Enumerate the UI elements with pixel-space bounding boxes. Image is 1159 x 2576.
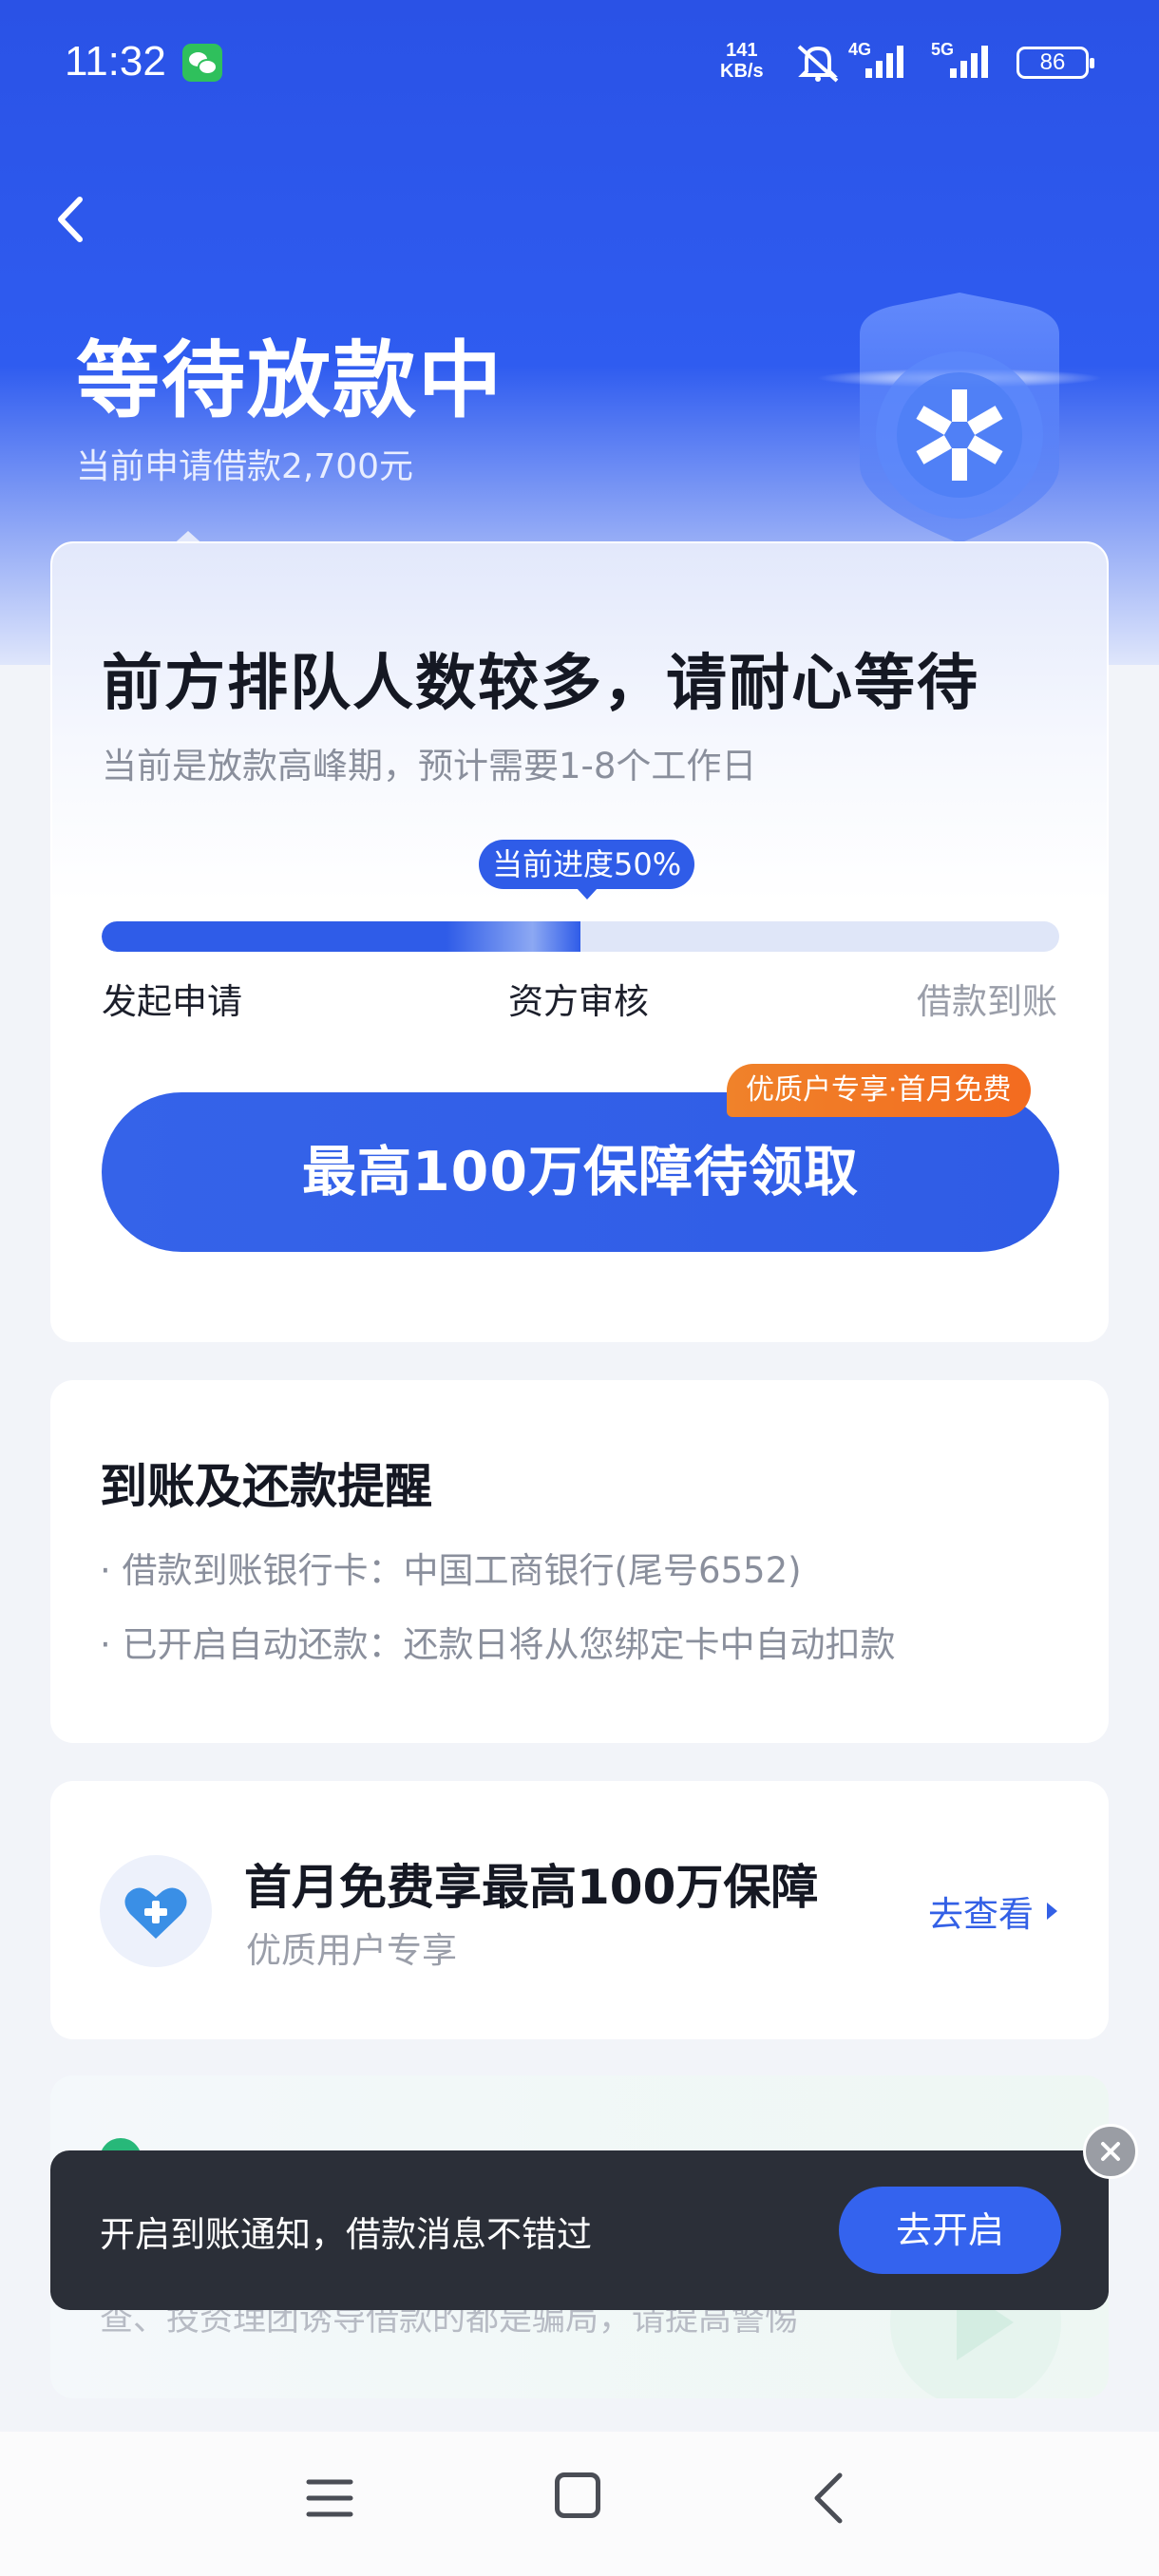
network-speed-value: 141	[726, 40, 758, 61]
view-guarantee-label: 去查看	[928, 1894, 1034, 1935]
reminder-bank-card: · 借款到账银行卡：中国工商银行(尾号6552)	[100, 1550, 802, 1591]
step-disbursed: 借款到账	[917, 981, 1057, 1022]
shield-logo-illustration	[817, 293, 1102, 543]
toast-message: 开启到账通知，借款消息不错过	[100, 2214, 592, 2255]
system-nav-bar	[0, 2432, 1159, 2576]
view-guarantee-link[interactable]: 去查看	[928, 1885, 1057, 1937]
promo-badge: 优质户专享·首月免费	[727, 1064, 1031, 1117]
wechat-icon	[182, 44, 222, 82]
guarantee-card[interactable]: 首月免费享最高100万保障 优质用户专享 去查看	[50, 1781, 1109, 2039]
guarantee-title: 首月免费享最高100万保障	[244, 1860, 819, 1915]
battery-icon: 86	[1016, 47, 1094, 79]
reminder-auto-repay: · 已开启自动还款：还款日将从您绑定卡中自动扣款	[100, 1624, 896, 1665]
progress-bar-fill	[102, 921, 580, 952]
notification-toast: 开启到账通知，借款消息不错过 去开启	[50, 2150, 1109, 2310]
close-icon[interactable]	[1083, 2124, 1138, 2179]
progress-bar	[102, 921, 1059, 952]
network-speed: 141 KB/s	[720, 40, 764, 82]
loan-progress-card: 前方排队人数较多，请耐心等待 当前是放款高峰期，预计需要1-8个工作日 当前进度…	[50, 541, 1109, 1342]
home-icon[interactable]	[555, 2472, 600, 2518]
network-speed-unit: KB/s	[720, 61, 764, 82]
mute-icon	[797, 45, 839, 83]
signal-5g-icon: 5G	[931, 40, 1003, 85]
signal-5g-label: 5G	[931, 40, 955, 59]
step-review: 资方审核	[508, 981, 649, 1022]
status-bar: 11:32 141 KB/s 4G 5G 86	[0, 0, 1159, 123]
status-time: 11:32	[65, 38, 166, 85]
guarantee-subtitle: 优质用户专享	[246, 1930, 457, 1971]
enable-notification-button[interactable]: 去开启	[839, 2187, 1061, 2274]
step-apply: 发起申请	[102, 981, 242, 1022]
nav-back-icon[interactable]	[809, 2470, 847, 2527]
progress-tooltip: 当前进度50%	[479, 840, 695, 900]
menu-icon[interactable]	[306, 2474, 353, 2522]
signal-4g-icon: 4G	[848, 40, 915, 85]
signal-4g-label: 4G	[848, 40, 872, 59]
heart-plus-icon	[100, 1855, 212, 1967]
queue-title: 前方排队人数较多，请耐心等待	[102, 649, 979, 719]
back-button[interactable]	[48, 190, 95, 249]
loan-amount-subtitle: 当前申请借款2,700元	[76, 447, 414, 486]
queue-subtitle: 当前是放款高峰期，预计需要1-8个工作日	[102, 746, 757, 786]
caret-right-icon	[1047, 1903, 1057, 1920]
reminder-card: 到账及还款提醒 · 借款到账银行卡：中国工商银行(尾号6552) · 已开启自动…	[50, 1380, 1109, 1743]
reminder-title: 到账及还款提醒	[100, 1459, 432, 1514]
page-title: 等待放款中	[76, 331, 504, 429]
